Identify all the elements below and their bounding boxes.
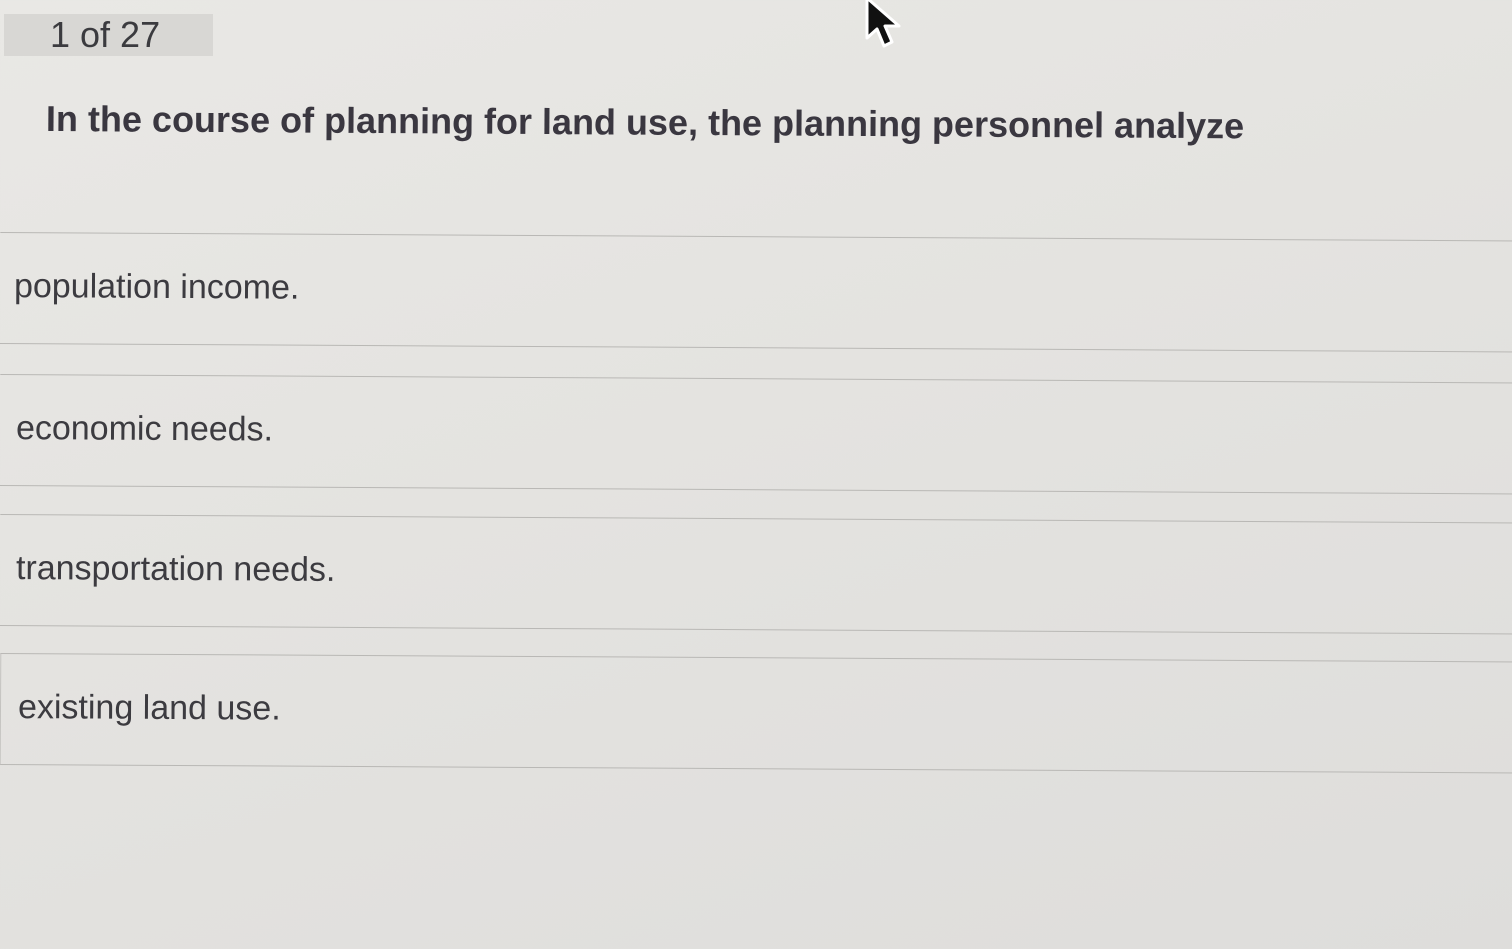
- answer-option-label: transportation needs.: [15, 549, 336, 589]
- answer-option-label: economic needs.: [15, 409, 274, 449]
- answer-options: population income. economic needs. trans…: [0, 0, 1512, 949]
- answer-option-label: existing land use.: [17, 688, 281, 728]
- arrow-cursor-icon: [865, 0, 901, 48]
- answer-option-4[interactable]: existing land use.: [0, 653, 1512, 774]
- answer-option-3[interactable]: transportation needs.: [0, 514, 1512, 635]
- answer-option-1[interactable]: population income.: [0, 232, 1512, 353]
- answer-option-2[interactable]: economic needs.: [0, 374, 1512, 495]
- answer-option-label: population income.: [13, 267, 300, 307]
